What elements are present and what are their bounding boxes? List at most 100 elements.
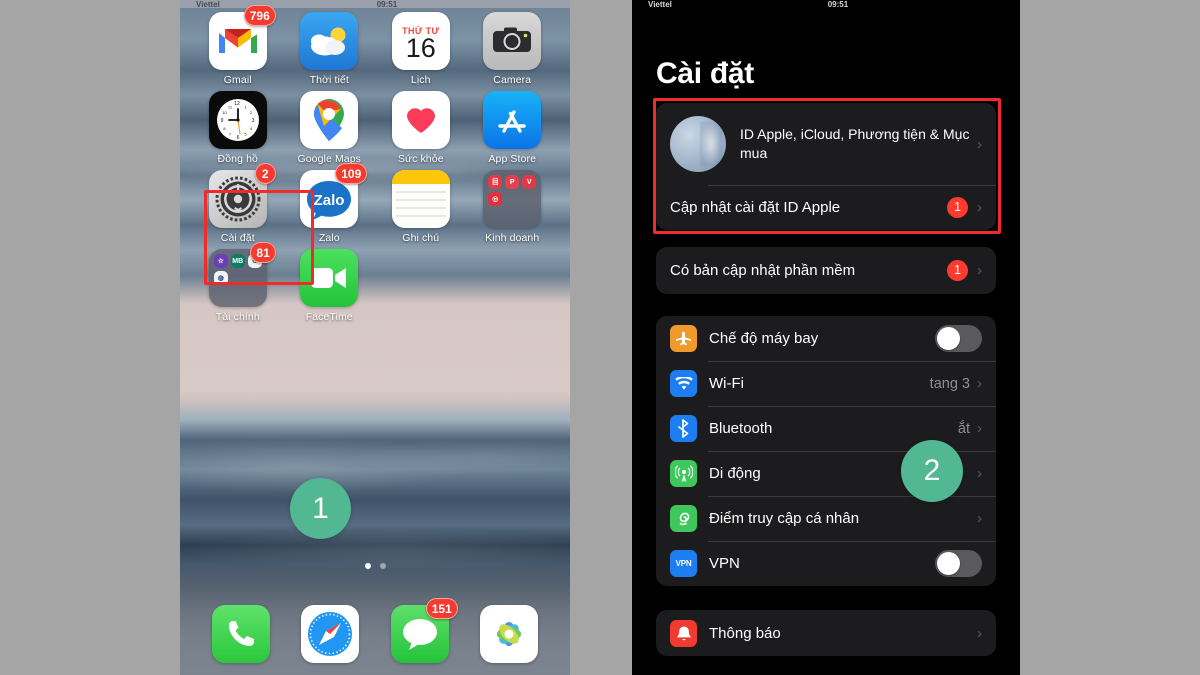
step-badge-2: 2 — [901, 440, 963, 502]
dock-icon-safari[interactable] — [301, 605, 360, 663]
status-time: 09:51 — [827, 0, 849, 9]
dock-icon-phone[interactable] — [211, 605, 270, 663]
icon-wrap — [391, 91, 450, 149]
page-title: Cài đặt — [656, 57, 754, 90]
apple-id-account-label: ID Apple, iCloud, Phương tiện & Mục mua — [740, 126, 970, 161]
app-label: Kinh doanh — [485, 232, 540, 244]
dock: 151 — [180, 598, 570, 669]
vpn-icon: VPN — [670, 550, 697, 577]
mini-app-icon — [505, 209, 519, 223]
app-label: FaceTime — [305, 311, 353, 323]
app-label: Lịch — [410, 74, 431, 86]
airplane-mode-toggle[interactable] — [935, 325, 982, 352]
vpn-toggle[interactable] — [935, 550, 982, 577]
settings-row-label: Chế độ máy bay — [709, 330, 819, 347]
safari-compass-icon — [301, 605, 360, 663]
icon-wrap — [483, 91, 542, 149]
app-folder-kinh-doanh[interactable]: 目 P V ◎ Kinh doanh — [467, 170, 559, 244]
status-bar: Viettel 09:51 — [632, 0, 1020, 9]
icon-wrap — [483, 12, 542, 70]
settings-row-notifications[interactable]: Thông báo › — [656, 610, 996, 656]
mini-app-icon: ◍ — [213, 271, 228, 285]
mini-app-icon — [505, 192, 519, 206]
svg-text:6: 6 — [236, 135, 239, 141]
dock-icon-messages[interactable]: 151 — [390, 598, 458, 663]
mini-app-icon: ◎ — [488, 192, 503, 206]
google-maps-icon — [300, 91, 359, 149]
app-icon-weather[interactable]: Thời tiết — [284, 12, 376, 86]
settings-row-airplane-mode[interactable]: Chế độ máy bay — [656, 316, 996, 361]
svg-text:9: 9 — [220, 118, 223, 124]
badge-count: 151 — [425, 598, 458, 619]
app-icon-gmail[interactable]: 796 Gmail — [192, 5, 284, 86]
icon-wrap — [300, 91, 359, 149]
chevron-right-icon: › — [977, 199, 982, 216]
app-icon-health[interactable]: Sức khỏe — [375, 91, 467, 165]
icon-wrap: THỨ TƯ 16 — [391, 12, 450, 70]
mini-app-icon: P — [505, 175, 520, 189]
app-icon-zalo[interactable]: Zalo 109 Zalo — [284, 163, 376, 244]
settings-row-label: Wi-Fi — [709, 375, 744, 392]
icon-wrap: 2 — [208, 163, 276, 228]
status-carrier: Viettel — [196, 0, 220, 9]
icon-wrap — [300, 12, 359, 70]
settings-row-wifi[interactable]: Wi-Fi tang 3 › — [656, 361, 996, 406]
app-label: Camera — [493, 74, 532, 86]
icon-wrap: 796 — [208, 5, 276, 70]
avatar — [670, 116, 726, 172]
app-label: Zalo — [318, 232, 340, 244]
mini-app-icon — [248, 271, 262, 285]
app-icon-notes[interactable]: Ghi chú — [375, 170, 467, 244]
svg-text:Zalo: Zalo — [314, 192, 345, 209]
mini-app-icon — [522, 209, 536, 223]
wallpaper-wave — [180, 520, 570, 580]
app-icon-app-store[interactable]: App Store — [467, 91, 559, 165]
mini-app-icon — [214, 288, 228, 302]
page-dots[interactable] — [180, 563, 570, 569]
svg-text:12: 12 — [234, 101, 240, 107]
page-dot[interactable] — [379, 563, 386, 569]
mini-app-icon: MB — [230, 254, 245, 268]
badge-count: 1 — [947, 260, 968, 281]
mini-app-icon — [488, 209, 502, 223]
mini-app-icon — [231, 271, 245, 285]
bluetooth-icon — [670, 415, 697, 442]
app-icon-camera[interactable]: Camera — [467, 12, 559, 86]
apple-id-account-row[interactable]: ID Apple, iCloud, Phương tiện & Mục mua … — [656, 103, 996, 185]
mini-app-icon — [248, 288, 262, 302]
svg-text:10: 10 — [222, 110, 227, 115]
mini-app-icon: 目 — [488, 175, 503, 189]
app-label: Sức khỏe — [397, 153, 444, 165]
mini-app-icon — [522, 192, 536, 206]
notifications-bell-icon — [670, 619, 697, 647]
status-time: 09:51 — [376, 0, 398, 9]
app-folder-tai-chinh[interactable]: ☆ MB C ◍ 81 Tài chính — [192, 242, 284, 323]
app-icon-calendar[interactable]: THỨ TƯ 16 Lịch — [375, 12, 467, 86]
badge-count: 1 — [947, 197, 968, 218]
airplane-icon — [670, 325, 697, 352]
calendar-icon: THỨ TƯ 16 — [391, 12, 450, 70]
software-update-row[interactable]: Có bản cập nhật phần mềm 1 › — [656, 247, 996, 294]
settings-row-label: Thông báo — [709, 624, 781, 642]
software-update-group: Có bản cập nhật phần mềm 1 › — [656, 247, 996, 294]
facetime-icon — [300, 249, 359, 307]
step-badge-1: 1 — [290, 478, 351, 539]
app-icon-settings[interactable]: 2 Cài đặt — [192, 163, 284, 244]
icon-wrap — [301, 605, 360, 663]
calendar-day: 16 — [405, 33, 436, 63]
camera-icon — [483, 12, 542, 70]
app-icon-google-maps[interactable]: Google Maps — [284, 91, 376, 165]
icon-wrap: Zalo 109 — [300, 163, 368, 228]
folder-icon: 目 P V ◎ — [483, 170, 542, 228]
page-dot-active[interactable] — [364, 563, 371, 569]
app-icon-clock[interactable]: 12 3 6 9 1 2 4 5 7 8 10 11 Đồng hồ — [192, 91, 284, 165]
icon-wrap: ☆ MB C ◍ 81 — [208, 242, 276, 307]
badge-count: 109 — [335, 163, 368, 184]
settings-row-vpn[interactable]: VPN VPN — [656, 541, 996, 586]
dock-icon-photos[interactable] — [480, 605, 539, 663]
apple-id-update-row[interactable]: Cập nhật cài đặt ID Apple 1 › — [656, 185, 996, 230]
weather-icon — [300, 12, 359, 70]
toggle-knob — [937, 552, 960, 575]
settings-row-personal-hotspot[interactable]: Điểm truy cập cá nhân › — [656, 496, 996, 541]
app-icon-facetime[interactable]: FaceTime — [284, 249, 376, 323]
